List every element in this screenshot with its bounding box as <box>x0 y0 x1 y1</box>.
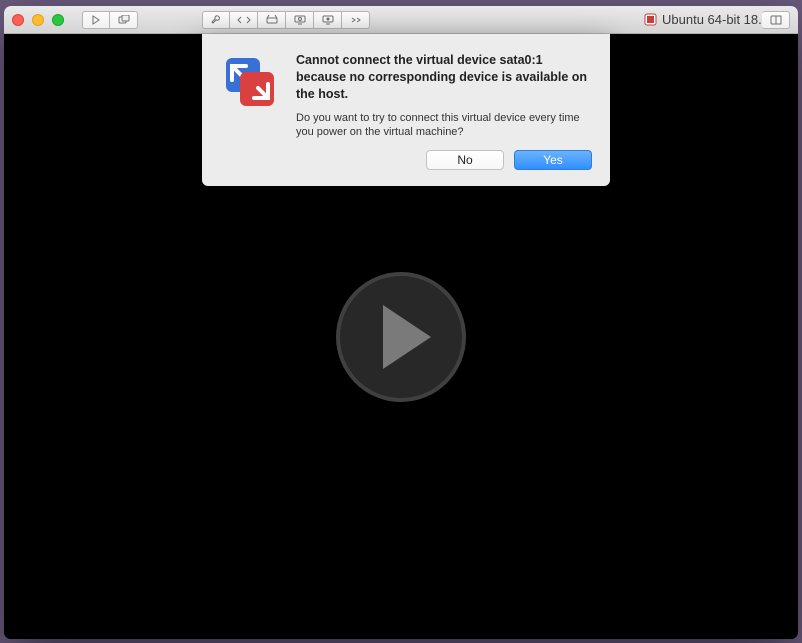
code-button[interactable] <box>230 11 258 29</box>
power-on-button[interactable] <box>336 272 466 402</box>
dialog-heading: Cannot connect the virtual device sata0:… <box>296 52 592 103</box>
display2-button[interactable] <box>314 11 342 29</box>
minimize-button[interactable] <box>32 14 44 26</box>
vmware-app-icon <box>220 52 280 112</box>
vm-window: Ubuntu 64-bit 18.04.4 Cannot connect the <box>4 6 798 639</box>
alert-dialog: Cannot connect the virtual device sata0:… <box>202 34 610 186</box>
dialog-text: Do you want to try to connect this virtu… <box>296 111 592 141</box>
more-icon <box>350 15 362 25</box>
no-button[interactable]: No <box>426 150 504 170</box>
toolbar-mid-group <box>202 11 370 29</box>
display-icon <box>322 15 334 25</box>
expand-icon <box>770 15 782 25</box>
play-button[interactable] <box>82 11 110 29</box>
dialog-body: Cannot connect the virtual device sata0:… <box>296 52 592 170</box>
code-icon <box>237 15 251 25</box>
window-controls <box>12 14 64 26</box>
titlebar: Ubuntu 64-bit 18.04.4 <box>4 6 798 34</box>
display1-button[interactable] <box>286 11 314 29</box>
toolbar-left-group <box>82 11 138 29</box>
snapshot-icon <box>118 15 130 25</box>
maximize-button[interactable] <box>52 14 64 26</box>
play-icon <box>91 15 101 25</box>
drive-icon <box>266 15 278 25</box>
drive-button[interactable] <box>258 11 286 29</box>
toolbar-right-group <box>762 11 790 29</box>
close-button[interactable] <box>12 14 24 26</box>
snapshot-button[interactable] <box>110 11 138 29</box>
dialog-buttons: No Yes <box>296 150 592 170</box>
vm-title-icon <box>644 13 657 26</box>
expand-button[interactable] <box>762 11 790 29</box>
more-button[interactable] <box>342 11 370 29</box>
play-icon <box>383 305 431 369</box>
yes-button[interactable]: Yes <box>514 150 592 170</box>
wrench-icon <box>210 14 222 26</box>
settings-button[interactable] <box>202 11 230 29</box>
display-icon <box>294 15 306 25</box>
